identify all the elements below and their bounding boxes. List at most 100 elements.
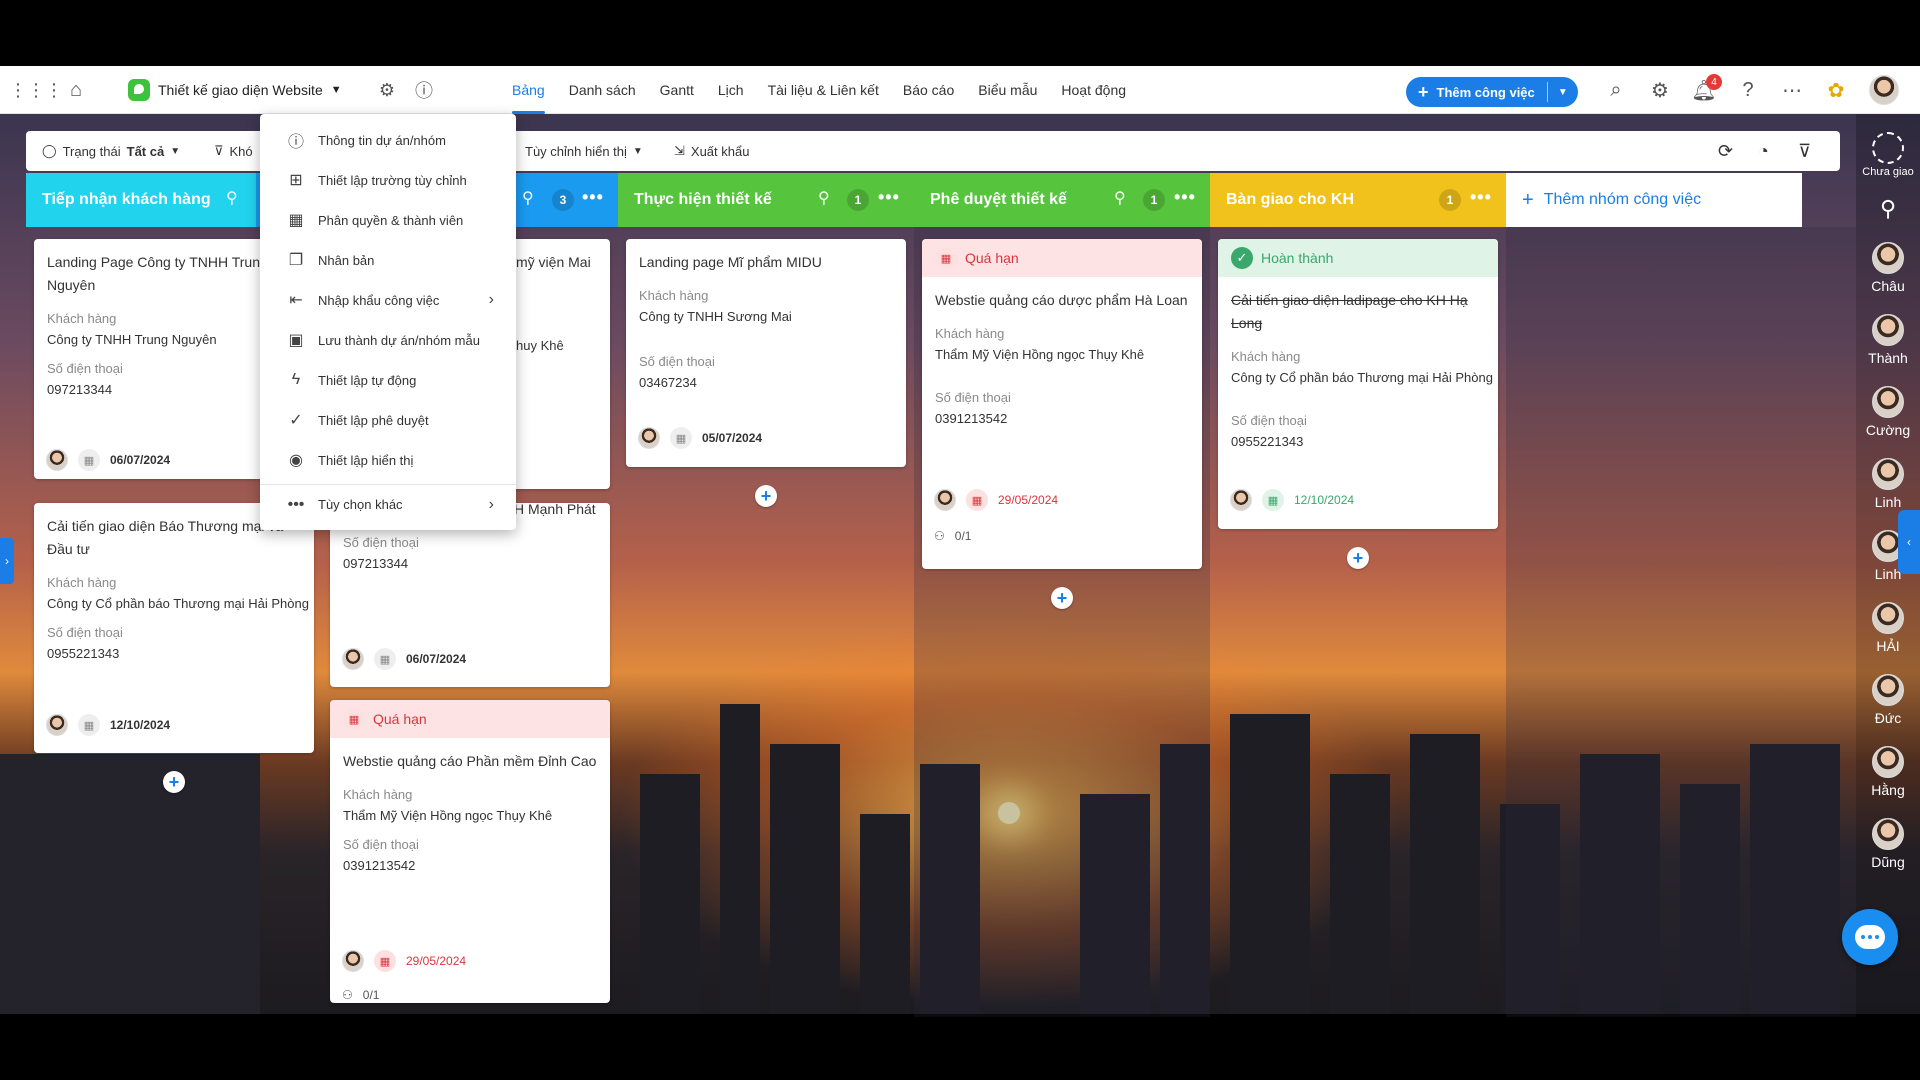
phone-label: Số điện thoại	[47, 625, 123, 640]
tab-documents[interactable]: Tài liệu & Liên kết	[756, 66, 891, 114]
customer-label: Khách hàng	[935, 326, 1005, 341]
add-task-dropdown[interactable]: ▼	[1548, 77, 1578, 107]
menu-item-import[interactable]: ⇤ Nhập khẩu công việc ›	[260, 280, 516, 320]
member-item[interactable]: Linh	[1856, 458, 1920, 510]
add-group-button[interactable]: + Thêm nhóm công việc	[1506, 173, 1802, 227]
add-card-icon[interactable]: +	[1051, 587, 1073, 609]
chat-button[interactable]	[1842, 909, 1898, 965]
tab-activity[interactable]: Hoạt động	[1049, 66, 1138, 114]
help-icon[interactable]: ?	[1734, 76, 1762, 104]
right-panel-toggle[interactable]: ‹	[1898, 510, 1920, 574]
customer-label: Khách hàng	[1231, 349, 1301, 364]
tab-calendar[interactable]: Lịch	[706, 66, 756, 114]
display-settings[interactable]: Tùy chỉnh hiển thị ▼	[525, 131, 643, 171]
user-avatar[interactable]	[1869, 75, 1899, 105]
menu-item-display[interactable]: ◉ Thiết lập hiển thị	[260, 440, 516, 480]
add-card-icon[interactable]: +	[1347, 547, 1369, 569]
pin-icon[interactable]: ⚲	[818, 188, 830, 208]
calendar-icon: ▦	[1262, 489, 1284, 511]
phone-value: 0955221343	[1231, 434, 1304, 449]
customer-label: Khách hàng	[47, 575, 117, 590]
pin-icon[interactable]: ⚲	[522, 188, 534, 208]
phone-label: Số điện thoại	[935, 390, 1011, 405]
add-task-button-group: + Thêm công việc ▼	[1406, 77, 1578, 107]
home-icon[interactable]: ⌂	[62, 76, 90, 104]
menu-item-duplicate[interactable]: ❐ Nhân bản	[260, 240, 516, 280]
filter-funnel-icon[interactable]: ⊽	[1798, 131, 1811, 171]
search-icon[interactable]: ⌕	[1602, 76, 1630, 104]
menu-item-automation[interactable]: ϟ Thiết lập tự động	[260, 360, 516, 400]
tab-forms[interactable]: Biểu mẫu	[966, 66, 1049, 114]
refresh-icon[interactable]: ⟳	[1718, 131, 1733, 171]
task-card[interactable]: ▦ Quá hạn Webstie quảng cáo Phần mềm Đỉn…	[330, 700, 610, 1003]
assignee-avatar[interactable]	[934, 489, 956, 511]
member-item[interactable]: Hằng	[1856, 746, 1920, 798]
add-card-icon[interactable]: +	[755, 485, 777, 507]
chevron-down-icon: ▼	[170, 145, 181, 157]
column-more-icon[interactable]: •••	[1470, 187, 1492, 208]
chat-dots-icon[interactable]: ⋯	[1778, 76, 1806, 104]
task-card[interactable]: ▦ Quá hạn Webstie quảng cáo dược phẩm Hà…	[922, 239, 1202, 569]
assignee-avatar[interactable]	[46, 714, 68, 736]
member-item[interactable]: Đức	[1856, 674, 1920, 726]
chevron-down-icon: ▼	[330, 84, 342, 96]
column-header[interactable]: Phê duyệt thiết kế ⚲ 1 •••	[914, 173, 1210, 227]
task-title: Webstie quảng cáo Phần mềm Đỉnh Cao	[343, 753, 597, 769]
unassigned-label: Chưa giao	[1862, 166, 1914, 178]
member-item[interactable]: Dũng	[1856, 818, 1920, 870]
member-item[interactable]: Cường	[1856, 386, 1920, 438]
assignee-avatar[interactable]	[1230, 489, 1252, 511]
tab-board[interactable]: Bảng	[500, 66, 557, 114]
column-header[interactable]: Thực hiện thiết kế ⚲ 1 •••	[618, 173, 914, 227]
member-item[interactable]: Thành	[1856, 314, 1920, 366]
project-settings-icon[interactable]: ⚙	[375, 78, 399, 102]
menu-item-more-options[interactable]: ••• Tùy chọn khác ›	[260, 484, 516, 524]
column-more-icon[interactable]: •••	[878, 187, 900, 208]
column-header[interactable]: Bàn giao cho KH 1 •••	[1210, 173, 1506, 227]
column-more-icon[interactable]: •••	[1174, 187, 1196, 208]
user-search-icon[interactable]: ⚲	[1856, 196, 1920, 222]
column-header[interactable]: Tiếp nhận khách hàng ⚲	[26, 173, 256, 227]
chart-icon[interactable]: ◔	[1758, 131, 1769, 171]
tab-gantt[interactable]: Gantt	[648, 66, 706, 114]
add-card-icon[interactable]: +	[163, 771, 185, 793]
status-filter[interactable]: ◯ Trạng thái Tất cả ▼	[42, 131, 180, 171]
export-button[interactable]: ⇲ Xuất khẩu	[674, 131, 749, 171]
project-selector[interactable]: Thiết kế giao diện Website ▼	[128, 66, 342, 114]
menu-item-custom-fields[interactable]: ⊞ Thiết lập trường tùy chỉnh	[260, 160, 516, 200]
secondary-filter[interactable]: ⊽ Khó	[214, 131, 253, 171]
menu-item-approval[interactable]: ✓ Thiết lập phê duyệt	[260, 400, 516, 440]
pin-icon[interactable]: ⚲	[226, 188, 238, 208]
left-panel-toggle[interactable]: ›	[0, 538, 14, 584]
bell-icon[interactable]: 🔔︎ 4	[1690, 74, 1722, 104]
assignee-avatar[interactable]	[342, 648, 364, 670]
assignee-avatar[interactable]	[638, 427, 660, 449]
gift-icon[interactable]: ✿	[1822, 76, 1850, 104]
tab-reports[interactable]: Báo cáo	[891, 66, 966, 114]
customer-value: Thẩm Mỹ Viện Hồng ngọc Thụy Khê	[343, 808, 553, 823]
menu-item-save-template[interactable]: ▣ Lưu thành dự án/nhóm mẫu	[260, 320, 516, 360]
menu-item-label: Thiết lập trường tùy chỉnh	[318, 172, 467, 188]
gear-icon[interactable]: ⚙	[1646, 76, 1674, 104]
phone-value: 097213344	[343, 556, 409, 571]
tab-list[interactable]: Danh sách	[557, 66, 648, 114]
task-card[interactable]: ✓ Hoàn thành Cải tiến giao diện ladipage…	[1218, 239, 1498, 529]
assignee-avatar[interactable]	[342, 950, 364, 972]
permissions-icon: ▦	[288, 212, 304, 229]
column-more-icon[interactable]: •••	[582, 187, 604, 208]
menu-item-project-info[interactable]: ⓘ Thông tin dự án/nhóm	[260, 120, 516, 160]
menu-item-permissions[interactable]: ▦ Phân quyền & thành viên	[260, 200, 516, 240]
pin-icon[interactable]: ⚲	[1114, 188, 1126, 208]
task-card[interactable]: Landing page Mĩ phẩm MIDU Khách hàng Côn…	[626, 239, 906, 467]
member-item[interactable]: Châu	[1856, 242, 1920, 294]
info-icon[interactable]: ⓘ	[412, 78, 436, 102]
assignee-avatar[interactable]	[46, 449, 68, 471]
task-card[interactable]: Landing Page Công ty TNHH Mạnh Phát Số đ…	[330, 503, 610, 687]
apps-grid-icon[interactable]: ⋮⋮⋮	[9, 78, 63, 102]
unassigned-filter[interactable]: Chưa giao	[1856, 132, 1920, 178]
column-title: Tiếp nhận khách hàng	[42, 191, 211, 208]
member-item[interactable]: HẢI	[1856, 602, 1920, 654]
phone-label: Số điện thoại	[639, 354, 715, 369]
task-card[interactable]: Cải tiến giao diện Báo Thương mại và Đầu…	[34, 503, 314, 753]
add-task-button[interactable]: + Thêm công việc	[1406, 77, 1547, 107]
